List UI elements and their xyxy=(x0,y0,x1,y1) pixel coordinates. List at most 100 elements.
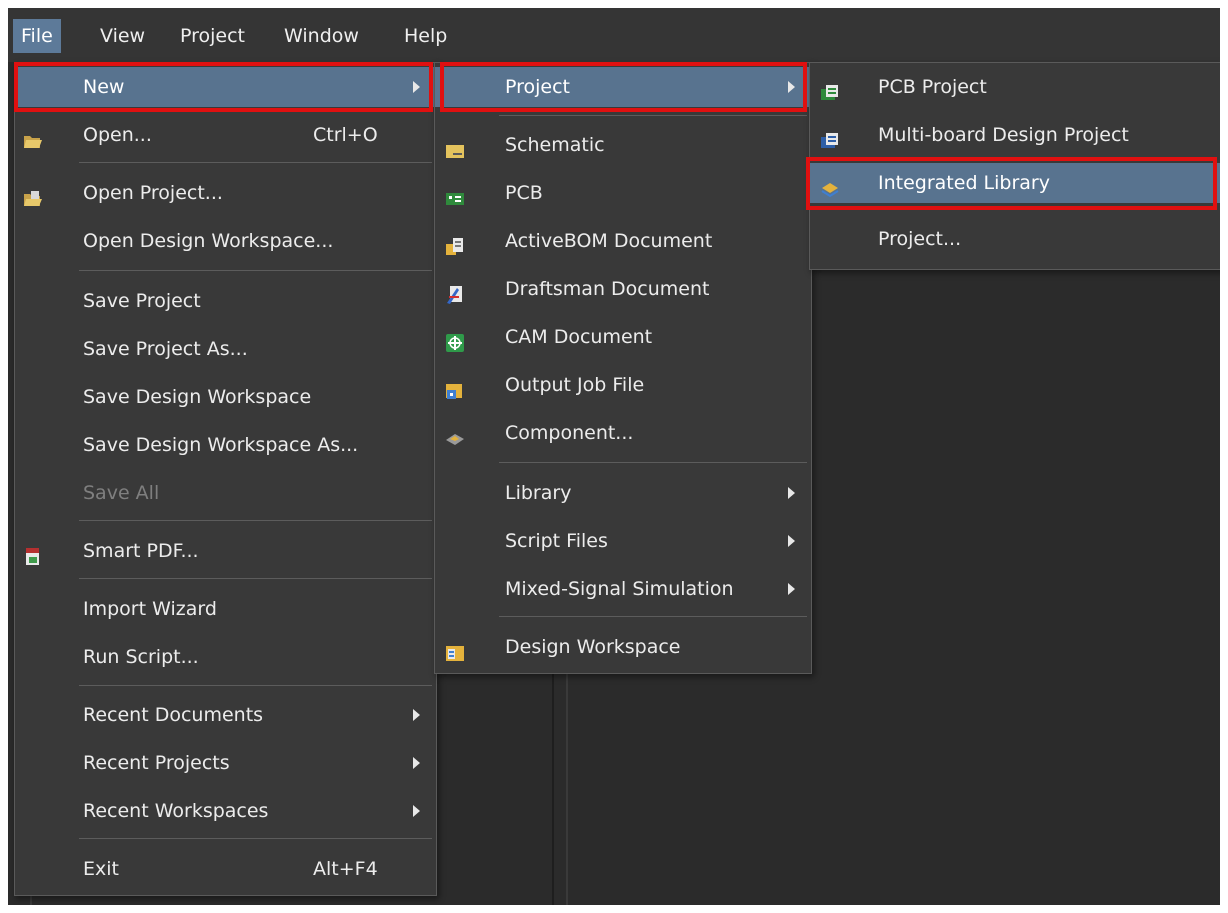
menu-item-label: Mixed-Signal Simulation xyxy=(505,578,734,600)
menu-item-cam-document[interactable]: CAM Document xyxy=(435,317,811,357)
pcb-icon xyxy=(445,183,465,205)
menu-item-activebom-document[interactable]: ActiveBOM Document xyxy=(435,221,811,261)
menu-item-label: Save All xyxy=(83,482,160,504)
menu-item-label: PCB xyxy=(505,182,543,204)
menu-item-label: Run Script... xyxy=(83,646,199,668)
menu-separator xyxy=(499,462,807,463)
menu-item-save-all: Save All xyxy=(15,473,436,513)
menu-item-save-project-as[interactable]: Save Project As... xyxy=(15,329,436,369)
output-job-icon xyxy=(445,375,465,399)
draftsman-icon xyxy=(445,279,465,304)
menu-file[interactable]: File xyxy=(13,19,61,53)
menu-item-open[interactable]: Open... Ctrl+O xyxy=(15,115,436,155)
menu-item-label: Script Files xyxy=(505,530,608,552)
menu-item-script-files[interactable]: Script Files xyxy=(435,521,811,561)
menu-item-label: Save Design Workspace As... xyxy=(83,434,359,456)
menu-item-label: Save Project xyxy=(83,290,201,312)
menu-item-new-project[interactable]: Project xyxy=(435,67,811,107)
menu-separator xyxy=(499,115,807,116)
menu-item-label: Open Design Workspace... xyxy=(83,230,334,252)
menu-separator xyxy=(79,578,432,579)
integrated-library-icon xyxy=(820,173,840,198)
menu-item-library[interactable]: Library xyxy=(435,473,811,513)
menu-item-label: Draftsman Document xyxy=(505,278,710,300)
pdf-icon xyxy=(23,541,43,565)
menu-item-project-ellipsis[interactable]: Project... xyxy=(810,219,1221,259)
new-submenu: Project Schematic PCB ActiveBOM Document… xyxy=(434,62,812,674)
project-submenu: PCB Project Multi-board Design Project I… xyxy=(809,62,1222,270)
menu-item-label: Design Workspace xyxy=(505,636,681,658)
menu-item-label: Component... xyxy=(505,422,634,444)
chevron-right-icon xyxy=(788,81,795,93)
workspace-icon xyxy=(445,637,465,661)
menu-help[interactable]: Help xyxy=(396,19,455,53)
menu-item-output-job-file[interactable]: Output Job File xyxy=(435,365,811,405)
menu-separator xyxy=(79,685,432,686)
multiboard-icon xyxy=(820,125,840,148)
menu-item-pcb[interactable]: PCB xyxy=(435,173,811,213)
menu-item-save-design-workspace[interactable]: Save Design Workspace xyxy=(15,377,436,417)
menu-bar: File View Project Window Help xyxy=(8,8,1220,62)
menu-item-new[interactable]: New xyxy=(15,67,436,107)
menu-separator xyxy=(79,838,432,839)
menu-item-open-project[interactable]: Open Project... xyxy=(15,173,436,213)
menu-item-label: Library xyxy=(505,482,572,504)
open-project-icon xyxy=(23,183,43,206)
menu-item-exit[interactable]: Exit Alt+F4 xyxy=(15,849,436,889)
menu-separator xyxy=(79,270,432,271)
pcb-project-icon xyxy=(820,77,840,100)
menu-item-multi-board-design-project[interactable]: Multi-board Design Project xyxy=(810,115,1221,155)
menu-item-label: ActiveBOM Document xyxy=(505,230,713,252)
menu-item-label: CAM Document xyxy=(505,326,653,348)
menu-item-recent-documents[interactable]: Recent Documents xyxy=(15,695,436,735)
menu-item-label: New xyxy=(83,76,125,98)
menu-item-shortcut: Alt+F4 xyxy=(313,858,378,880)
menu-item-label: Recent Workspaces xyxy=(83,800,269,822)
menu-item-draftsman-document[interactable]: Draftsman Document xyxy=(435,269,811,309)
menu-item-run-script[interactable]: Run Script... xyxy=(15,637,436,677)
menu-item-integrated-library[interactable]: Integrated Library xyxy=(810,163,1221,203)
menu-item-recent-workspaces[interactable]: Recent Workspaces xyxy=(15,791,436,831)
menu-item-label: Smart PDF... xyxy=(83,540,199,562)
menu-item-import-wizard[interactable]: Import Wizard xyxy=(15,589,436,629)
bom-icon xyxy=(445,231,465,255)
menu-item-label: Open... xyxy=(83,124,152,146)
menu-item-design-workspace[interactable]: Design Workspace xyxy=(435,627,811,667)
menu-item-shortcut: Ctrl+O xyxy=(313,124,378,146)
menu-item-label: Open Project... xyxy=(83,182,223,204)
menu-separator xyxy=(79,520,432,521)
chevron-right-icon xyxy=(788,535,795,547)
menu-view[interactable]: View xyxy=(92,19,153,53)
menu-item-recent-projects[interactable]: Recent Projects xyxy=(15,743,436,783)
cam-icon xyxy=(445,327,465,352)
file-menu: New Open... Ctrl+O Open Project... Open … xyxy=(14,62,437,896)
menu-item-label: Integrated Library xyxy=(878,172,1050,194)
menu-item-label: Recent Projects xyxy=(83,752,230,774)
menu-item-label: PCB Project xyxy=(878,76,987,98)
schematic-icon xyxy=(445,135,465,158)
menu-item-save-design-workspace-as[interactable]: Save Design Workspace As... xyxy=(15,425,436,465)
chevron-right-icon xyxy=(413,81,420,93)
menu-item-component[interactable]: Component... xyxy=(435,413,811,453)
chevron-right-icon xyxy=(413,757,420,769)
menu-separator xyxy=(79,162,432,163)
chevron-right-icon xyxy=(788,487,795,499)
menu-item-label: Save Project As... xyxy=(83,338,248,360)
menu-item-label: Project... xyxy=(878,228,962,250)
menu-item-mixed-signal-simulation[interactable]: Mixed-Signal Simulation xyxy=(435,569,811,609)
menu-item-label: Multi-board Design Project xyxy=(878,124,1129,146)
component-icon xyxy=(445,423,465,445)
menu-item-label: Recent Documents xyxy=(83,704,264,726)
menu-item-label: Import Wizard xyxy=(83,598,217,620)
menu-window[interactable]: Window xyxy=(276,19,367,53)
menu-item-open-design-workspace[interactable]: Open Design Workspace... xyxy=(15,221,436,261)
menu-item-label: Project xyxy=(505,76,571,98)
menu-item-save-project[interactable]: Save Project xyxy=(15,281,436,321)
menu-item-pcb-project[interactable]: PCB Project xyxy=(810,67,1221,107)
menu-item-label: Save Design Workspace xyxy=(83,386,312,408)
menu-item-smart-pdf[interactable]: Smart PDF... xyxy=(15,531,436,571)
menu-project[interactable]: Project xyxy=(172,19,253,53)
menu-item-label: Exit xyxy=(83,858,119,880)
menu-separator xyxy=(499,616,807,617)
menu-item-schematic[interactable]: Schematic xyxy=(435,125,811,165)
